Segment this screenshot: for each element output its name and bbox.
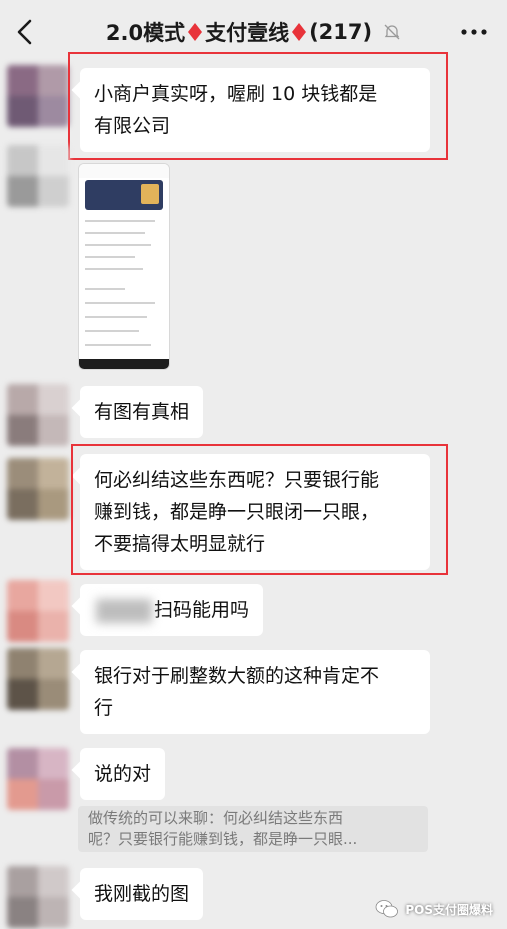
thumbnail-line	[85, 220, 155, 222]
thumbnail-status-bar	[79, 164, 169, 178]
title-prefix: 2.0模式	[105, 21, 186, 45]
message-bubble[interactable]: 有图有真相	[80, 386, 204, 438]
quote-text: 做传统的可以来聊：何必纠结这些东西	[88, 809, 344, 827]
message-text: 有图有真相	[94, 401, 190, 423]
thumbnail-line	[85, 256, 135, 258]
avatar[interactable]	[7, 65, 69, 127]
quote-text: 呢？只要银行能赚到钱，都是睁一只眼...	[88, 830, 358, 848]
member-count: (217)	[309, 20, 373, 44]
avatar[interactable]	[7, 145, 69, 207]
avatar[interactable]	[7, 458, 69, 520]
avatar[interactable]	[7, 580, 69, 642]
message-text: 我刚截的图	[94, 883, 190, 905]
thumbnail-banner	[85, 180, 163, 210]
message-text: 行	[94, 697, 114, 719]
message-bubble[interactable]: 银行对于刷整数大额的这种肯定不 行	[80, 650, 430, 734]
thumbnail-nav-bar	[79, 359, 169, 369]
message-bubble[interactable]: 说的对	[80, 748, 166, 800]
message-bubble[interactable]: 扫码能用吗	[80, 584, 264, 636]
diamond-icon	[188, 23, 203, 41]
chat-title: 2.0模式 支付壹线 (217)	[60, 17, 447, 47]
thumbnail-line	[85, 288, 125, 290]
thumbnail-line	[85, 244, 151, 246]
avatar[interactable]	[7, 384, 69, 446]
avatar[interactable]	[7, 866, 69, 928]
wechat-icon	[375, 900, 399, 918]
thumbnail-line	[85, 330, 139, 332]
avatar[interactable]	[7, 748, 69, 810]
avatar[interactable]	[7, 648, 69, 710]
chevron-left-icon[interactable]	[14, 18, 36, 46]
highlight-frame	[68, 52, 448, 160]
thumbnail-line	[85, 316, 147, 318]
message-text: 扫码能用吗	[154, 599, 250, 621]
watermark: POS支付圈爆料	[375, 899, 493, 919]
thumbnail-line	[85, 344, 151, 346]
bell-muted-icon	[384, 24, 400, 40]
highlight-frame	[71, 444, 448, 575]
thumbnail-line	[85, 232, 145, 234]
diamond-icon	[292, 23, 307, 41]
message-text: 银行对于刷整数大额的这种肯定不	[94, 665, 380, 687]
redaction-patch	[96, 598, 152, 623]
thumbnail-line	[85, 302, 155, 304]
title-middle: 支付壹线	[205, 21, 290, 45]
message-bubble[interactable]: 我刚截的图	[80, 868, 204, 920]
watermark-text: POS支付圈爆料	[405, 902, 493, 917]
quoted-reply[interactable]: 做传统的可以来聊：何必纠结这些东西 呢？只要银行能赚到钱，都是睁一只眼...	[78, 806, 428, 852]
more-dots-icon[interactable]	[461, 28, 487, 36]
thumbnail-line	[85, 268, 143, 270]
message-text: 说的对	[94, 763, 152, 785]
screenshot-thumbnail[interactable]	[78, 163, 170, 370]
